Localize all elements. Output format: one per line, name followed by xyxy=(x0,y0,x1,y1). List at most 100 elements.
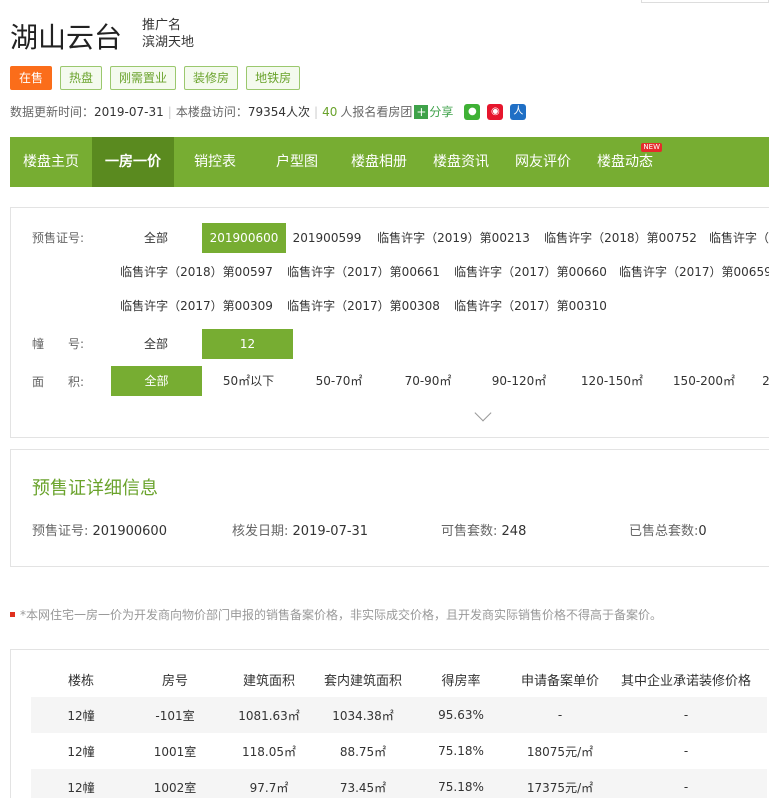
presale-option[interactable]: 临售许字（2019）第00213 xyxy=(375,223,532,253)
area-option-all[interactable]: 全部 xyxy=(111,366,202,396)
red-square-icon xyxy=(10,612,15,617)
area-option[interactable]: 120-150㎡ xyxy=(569,366,655,396)
nav-home[interactable]: 楼盘主页 xyxy=(10,137,92,187)
area-option[interactable]: 70-90㎡ xyxy=(387,366,469,396)
building-option-all[interactable]: 全部 xyxy=(121,329,191,359)
presale-option[interactable]: 临售许字（ xyxy=(709,223,769,253)
detail-presale-label: 预售证号: xyxy=(32,524,89,539)
presale-option[interactable]: 临售许字（2017）第00308 xyxy=(285,291,442,321)
area-option[interactable]: 2 xyxy=(761,366,769,396)
alias-label: 推广名 xyxy=(142,18,182,33)
table-cell: 1034.38㎡ xyxy=(319,697,407,733)
nav-album[interactable]: 楼盘相册 xyxy=(338,137,420,187)
table-cell: 75.18% xyxy=(407,769,515,798)
col-decoration-price: 其中企业承诺装修价格 xyxy=(620,673,751,689)
tag-hot: 热盘 xyxy=(60,66,103,90)
presale-option[interactable]: 临售许字（2018）第00752 xyxy=(542,223,699,253)
area-filter-label: 面 积: xyxy=(32,375,85,389)
price-table: 楼栋 房号 建筑面积 套内建筑面积 得房率 申请备案单价 其中企业承诺装修价格 … xyxy=(31,661,767,798)
table-cell: 1081.63㎡ xyxy=(219,697,319,733)
update-label: 数据更新时间： xyxy=(10,105,95,119)
presale-option[interactable]: 临售许字（2017）第00310 xyxy=(452,291,609,321)
table-cell: 17375元/㎡ xyxy=(515,769,605,798)
presale-option[interactable]: 临售许字（2017）第00661 xyxy=(285,257,442,287)
tag-on-sale: 在售 xyxy=(10,66,53,90)
filter-panel: 预售证号: 全部 201900600 201900599 临售许字（2019）第… xyxy=(10,207,769,438)
table-cell: 18075元/㎡ xyxy=(526,744,594,759)
nav-news[interactable]: 楼盘资讯 xyxy=(420,137,502,187)
col-room: 房号 xyxy=(161,673,188,689)
col-inner-area: 套内建筑面积 xyxy=(323,673,402,689)
table-cell: 12幢 xyxy=(31,769,131,798)
presale-option[interactable]: 201900599 xyxy=(291,223,363,253)
building-option-12[interactable]: 12 xyxy=(202,329,293,359)
tag-first-home: 刚需置业 xyxy=(110,66,177,90)
renren-icon[interactable]: 人 xyxy=(510,103,527,120)
presale-option[interactable]: 临售许字（2018）第00597 xyxy=(118,257,275,287)
detail-avail-label: 可售套数: xyxy=(441,524,498,539)
project-title: 湖山云台 xyxy=(10,21,123,54)
nav-updates[interactable]: 楼盘动态 NEW xyxy=(584,137,666,187)
nav-updates-label: 楼盘动态 xyxy=(597,154,653,170)
alias-value: 滨湖天地 xyxy=(142,35,195,50)
col-efficiency: 得房率 xyxy=(441,673,481,689)
update-date: 2019-07-31 xyxy=(94,104,164,119)
expand-chevron-icon[interactable] xyxy=(474,404,492,422)
detail-sold: 已售总套数:0 xyxy=(629,520,707,539)
table-row: 12幢 1002室 97.7㎡ 73.45㎡ 75.18% 17375元/㎡ - xyxy=(31,769,767,798)
table-cell: -101室 xyxy=(131,697,219,733)
building-filter-label: 幢 号: xyxy=(32,337,85,351)
top-search-box[interactable] xyxy=(641,0,769,3)
presale-option[interactable]: 临售许字（2017）第00659 xyxy=(619,257,769,287)
presale-filter-label: 预售证号: xyxy=(32,231,85,245)
table-cell: 118.05㎡ xyxy=(242,744,296,759)
area-option[interactable]: 90-120㎡ xyxy=(478,366,560,396)
tag-metro: 地铁房 xyxy=(246,66,301,90)
signup-count: 40 xyxy=(322,104,338,119)
share-plus-icon[interactable]: + xyxy=(414,104,429,119)
nav-reviews[interactable]: 网友评价 xyxy=(502,137,584,187)
table-cell: 95.63% xyxy=(407,697,515,733)
area-option[interactable]: 150-200㎡ xyxy=(661,366,747,396)
presale-option[interactable]: 临售许字（2017）第00660 xyxy=(452,257,609,287)
meta-line: 数据更新时间： 2019-07-31 | 本楼盘访问： 79354人次 | 40… xyxy=(10,103,527,120)
alias-block: 推广名 滨湖天地 xyxy=(142,17,194,51)
table-cell: - xyxy=(683,744,689,758)
table-cell: 75.18% xyxy=(438,744,484,758)
signup-text[interactable]: 人报名看房团 xyxy=(340,103,412,120)
nav-price-list[interactable]: 一房一价 xyxy=(92,137,174,187)
share-label[interactable]: 分享 xyxy=(429,103,453,120)
detail-sold-value: 0 xyxy=(698,524,707,539)
nav-floorplans[interactable]: 户型图 xyxy=(256,137,338,187)
price-table-panel: 楼栋 房号 建筑面积 套内建筑面积 得房率 申请备案单价 其中企业承诺装修价格 … xyxy=(10,649,769,798)
detail-title: 预售证详细信息 xyxy=(32,478,158,499)
area-option[interactable]: 50㎡以下 xyxy=(206,366,291,396)
table-row: 12幢 1001室 118.05㎡ 88.75㎡ 75.18% 18075元/㎡… xyxy=(31,733,767,769)
table-cell: 97.7㎡ xyxy=(219,769,319,798)
detail-issue-label: 核发日期: xyxy=(232,524,289,539)
area-option[interactable]: 50-70㎡ xyxy=(298,366,380,396)
tag-list: 在售 热盘 刚需置业 装修房 地铁房 xyxy=(10,66,301,90)
wechat-icon[interactable]: ● xyxy=(464,103,481,120)
detail-issue-date: 核发日期: 2019-07-31 xyxy=(232,520,368,539)
visits-label: 本楼盘访问： xyxy=(175,105,248,119)
col-unit-price: 申请备案单价 xyxy=(520,673,599,689)
table-cell: 1002室 xyxy=(131,769,219,798)
tag-decorated: 装修房 xyxy=(184,66,239,90)
presale-detail-panel: 预售证详细信息 预售证号: 201900600 核发日期: 2019-07-31… xyxy=(10,449,769,567)
weibo-icon[interactable]: ◉ xyxy=(487,103,504,120)
table-cell: - xyxy=(515,697,605,733)
price-disclaimer: *本网住宅一房一价为开发商向物价部门申报的销售备案价格，非实际成交价格，且开发商… xyxy=(10,606,662,623)
table-cell: 12幢 xyxy=(67,744,95,759)
table-cell: - xyxy=(605,769,767,798)
col-gross-area: 建筑面积 xyxy=(242,673,295,689)
nav-sales-control[interactable]: 销控表 xyxy=(174,137,256,187)
presale-option[interactable]: 201900600 xyxy=(202,223,286,253)
detail-available: 可售套数: 248 xyxy=(441,520,526,539)
table-cell: 73.45㎡ xyxy=(319,769,407,798)
visits-value: 79354人次 xyxy=(247,105,311,119)
presale-option-all[interactable]: 全部 xyxy=(121,223,191,253)
presale-option[interactable]: 临售许字（2017）第00309 xyxy=(118,291,275,321)
detail-issue-value: 2019-07-31 xyxy=(292,524,369,539)
disclaimer-text: *本网住宅一房一价为开发商向物价部门申报的销售备案价格，非实际成交价格，且开发商… xyxy=(20,608,663,622)
